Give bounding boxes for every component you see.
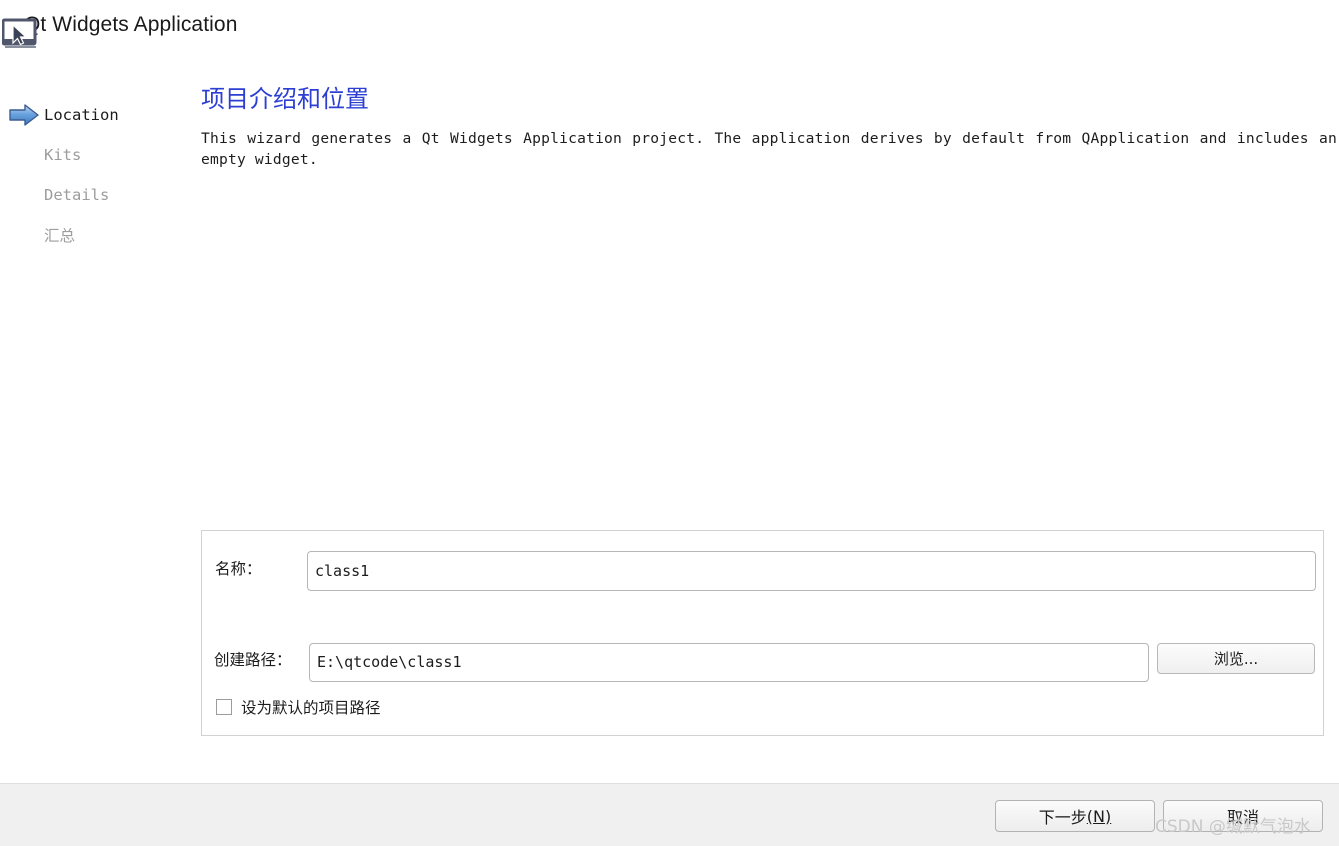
blue-right-arrow-icon bbox=[8, 103, 40, 127]
title-bar: Qt Widgets Application bbox=[0, 0, 1339, 58]
next-button-mnemonic: (N) bbox=[1086, 806, 1112, 826]
project-name-input[interactable]: class1 bbox=[307, 551, 1316, 591]
sidebar-item-details[interactable]: Details bbox=[0, 175, 190, 215]
window-title: Qt Widgets Application bbox=[24, 13, 238, 36]
sidebar-item-label: Details bbox=[44, 186, 110, 204]
default-path-checkbox-label: 设为默认的项目路径 bbox=[241, 699, 381, 717]
sidebar-item-kits[interactable]: Kits bbox=[0, 135, 190, 175]
sidebar-item-label: Location bbox=[44, 106, 119, 124]
project-path-input[interactable]: E:\qtcode\class1 bbox=[309, 643, 1149, 682]
next-button[interactable]: 下一步 (N) bbox=[995, 800, 1155, 832]
sidebar-item-summary[interactable]: 汇总 bbox=[0, 215, 190, 255]
next-button-label: 下一步 bbox=[1038, 808, 1087, 827]
default-path-checkbox-row[interactable]: 设为默认的项目路径 bbox=[216, 696, 381, 718]
wizard-window: Qt Widgets Application Location Kits Det… bbox=[0, 0, 1339, 846]
monitor-cursor-icon bbox=[1, 18, 44, 54]
path-field-label: 创建路径： bbox=[214, 651, 292, 669]
name-field-label: 名称： bbox=[215, 560, 262, 578]
default-path-checkbox[interactable] bbox=[216, 699, 232, 715]
cancel-button[interactable]: 取消 bbox=[1163, 800, 1323, 832]
sidebar-item-label: 汇总 bbox=[44, 227, 76, 245]
browse-button[interactable]: 浏览... bbox=[1157, 643, 1315, 674]
sidebar-item-location[interactable]: Location bbox=[0, 95, 190, 135]
wizard-step-sidebar: Location Kits Details 汇总 bbox=[0, 95, 190, 255]
project-location-form: 名称： class1 创建路径： E:\qtcode\class1 浏览... … bbox=[201, 530, 1324, 736]
page-title: 项目介绍和位置 bbox=[201, 85, 369, 113]
page-description: This wizard generates a Qt Widgets Appli… bbox=[201, 130, 1337, 168]
sidebar-item-label: Kits bbox=[44, 146, 82, 164]
